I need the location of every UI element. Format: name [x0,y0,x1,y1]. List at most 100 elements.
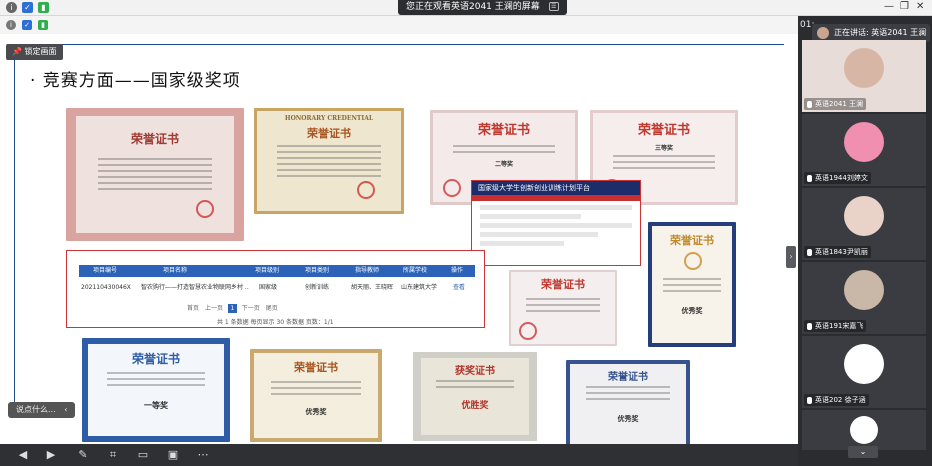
slide-border-left [14,44,15,404]
participant-name: 英语1843尹凯丽 [804,246,871,258]
certificate-award: 优秀奖 [617,414,639,423]
certificate-award: 一等奖 [144,400,168,410]
pen-icon[interactable]: ✎ [76,448,90,462]
mic-icon [807,396,812,404]
shield-icon[interactable]: ✓ [22,2,33,13]
status-bar: i ✓ ▮ [0,16,798,34]
info-circle-icon[interactable]: i [6,20,16,30]
bottom-toolbar: ◀ ▶ ✎ ⌗ ▭ ▣ ⋯ [0,444,798,466]
screen-share-banner: 您正在观看英语2041 王澜的屏幕 ☰ [398,0,567,15]
col-project-type: 项目类别 [305,267,330,274]
col-advisor: 指导教师 [355,267,380,274]
pager-prev: 上一页 [204,305,223,312]
avatar [844,196,884,236]
certificate-title: 荣誉证书 [637,123,690,138]
exit-fullscreen-icon[interactable]: ☰ [548,2,559,11]
participant-tile[interactable]: 英语191宋嘉飞 [802,262,926,334]
certificate-image-9: 获奖证书 优胜奖 [413,352,537,441]
pin-screen-button[interactable]: 📌 锁定画面 [6,44,63,60]
innovation-platform-screenshot: 国家级大学生创新创业训练计划平台 [471,180,641,266]
participant-tile[interactable]: 英语202 徐子涵 [802,336,926,408]
more-icon[interactable]: ⋯ [196,448,210,462]
pager-last: 尾页 [265,305,278,312]
mic-icon [807,100,812,108]
pagination: 首页 上一页 1 下一页 尾页 [187,303,278,313]
platform-nav [472,195,640,201]
certificate-title: 荣誉证书 [131,352,180,366]
participant-name: 英语2041 王澜 [804,98,867,110]
official-seal [357,181,375,199]
certificate-award: 优秀奖 [681,306,703,315]
mic-icon [807,174,812,182]
mic-icon [807,248,812,256]
project-table-screenshot: 项目编号 项目名称 项目级别 项目类别 指导教师 所属学校 操作 2021104… [66,250,485,328]
participant-name: 英语202 徐子涵 [804,394,869,406]
app-topbar: i ✓ ▮ 您正在观看英语2041 王澜的屏幕 ☰ — ❐ ✕ [0,0,932,16]
pager-first: 首页 [187,305,200,312]
prev-icon[interactable]: ◀ [16,448,30,462]
cell-school: 山东建筑大学 [401,284,438,291]
collapse-panel-handle[interactable]: › [786,246,796,268]
cell-project-id: 202110430046X [81,284,131,291]
minimize-button[interactable]: — [884,1,894,12]
certificate-award: 优胜奖 [461,401,489,411]
participant-tile[interactable] [802,410,926,450]
participant-tile[interactable]: 英语1944刘婷文 [802,114,926,186]
banner-text: 您正在观看英语2041 王澜的屏幕 [406,2,540,12]
mic-icon [807,322,812,330]
network-signal-icon[interactable]: ▮ [38,20,48,30]
certificate-image-5: 荣誉证书 [509,270,617,346]
pager-next: 下一页 [241,305,260,312]
certificate-title: 荣誉证书 [541,278,585,291]
official-seal [519,322,537,340]
pager-current: 1 [227,304,237,313]
info-icon[interactable]: i [6,2,17,13]
table-header: 项目编号 项目名称 项目级别 项目类别 指导教师 所属学校 操作 [79,265,475,277]
speaking-text: 正在讲话: 英语2041 王澜 [834,28,927,37]
video-icon[interactable]: ▣ [166,448,180,462]
close-button[interactable]: ✕ [916,1,924,12]
certificate-image-2: HONORARY CREDENTIAL 荣誉证书 [254,108,404,214]
certificate-title: 荣誉证书 [608,372,648,383]
participant-name: 英语191宋嘉飞 [804,320,867,332]
chevron-down-icon[interactable]: ⌄ [848,446,878,458]
official-seal [684,252,702,270]
certificate-award: 优秀奖 [305,407,327,416]
chat-input-pill[interactable]: 说点什么... ‹ [8,402,76,418]
secure-shield-icon[interactable]: ✓ [22,20,32,30]
certificate-image-10: 荣誉证书 优秀奖 [566,360,690,452]
col-project-level: 项目级别 [255,267,280,274]
cell-project-type: 创新训练 [305,284,330,291]
certificate-subtitle-en: HONORARY CREDENTIAL [284,115,374,122]
certificate-title: 荣誉证书 [130,132,179,146]
cell-advisor: 胡天丽、王晓晖 [351,284,394,291]
screenshot-icon[interactable]: ⌗ [106,448,120,462]
cell-project-name: 智农购行——打造智慧农业物联网乡村 ... [141,284,249,291]
signal-icon[interactable]: ▮ [38,2,49,13]
avatar [844,270,884,310]
play-icon[interactable]: ▶ [44,448,58,462]
slide-title: · 竞赛方面——国家级奖项 [30,71,241,91]
cell-project-level: 国家级 [259,284,278,291]
camera-icon[interactable]: ▭ [136,448,150,462]
chat-placeholder: 说点什么... [16,405,56,414]
certificate-title: 荣誉证书 [307,127,351,140]
participant-tile[interactable]: 英语2041 王澜 [802,40,926,112]
avatar [850,416,878,444]
platform-header: 国家级大学生创新创业训练计划平台 [472,181,640,195]
chevron-left-icon[interactable]: ‹ [64,405,67,414]
certificate-prize: 三等奖 [654,145,673,152]
participant-name: 英语1944刘婷文 [804,172,871,184]
slide-border-top [14,44,784,45]
table-row: 202110430046X 智农购行——打造智慧农业物联网乡村 ... 国家级 … [79,281,475,295]
participant-tile[interactable]: 英语1843尹凯丽 [802,188,926,260]
official-seal [196,200,214,218]
official-seal [443,179,461,197]
pin-icon: 📌 [12,47,22,56]
certificate-title: 荣誉证书 [294,361,338,374]
col-school: 所属学校 [403,267,428,274]
certificate-image-1: 荣誉证书 [66,108,244,241]
avatar [844,122,884,162]
maximize-button[interactable]: ❐ [900,1,909,12]
col-project-id: 项目编号 [93,267,118,274]
